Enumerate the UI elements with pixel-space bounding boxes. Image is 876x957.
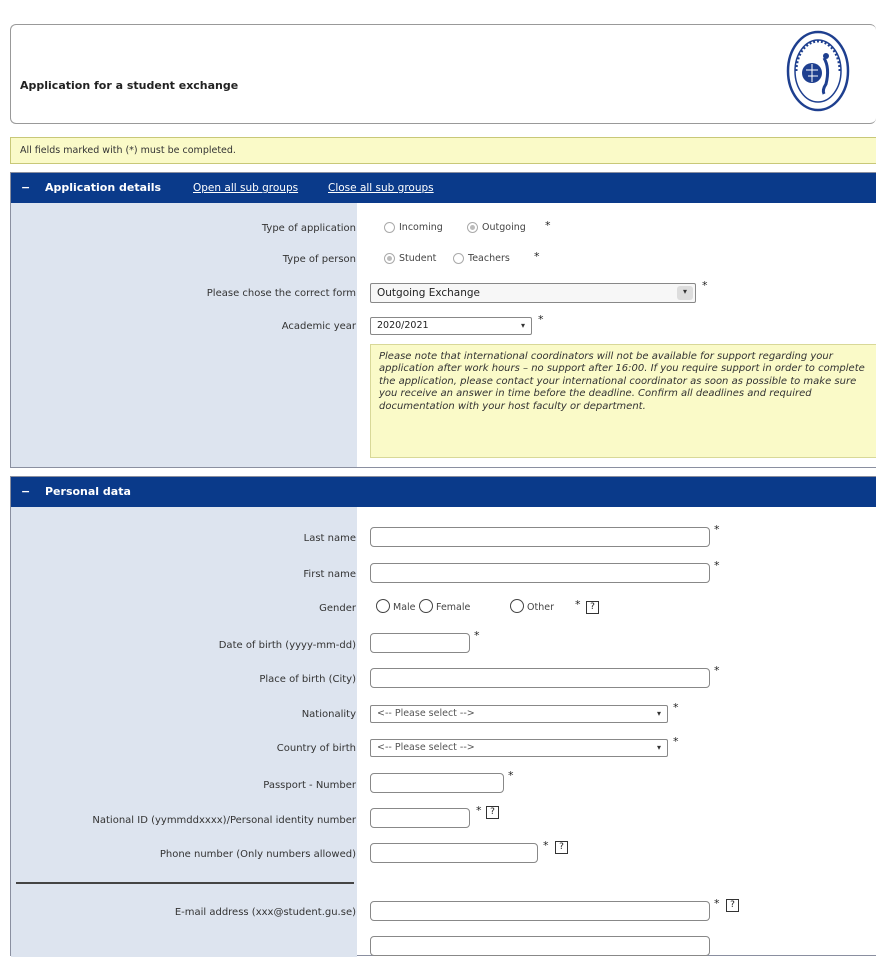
dropdown-arrow-icon: ▾: [656, 709, 661, 718]
academic-year-label: Academic year: [281, 321, 356, 332]
dropdown-arrow-icon: ▾: [656, 743, 661, 752]
national-id-input[interactable]: [370, 808, 470, 828]
required-mark: *: [543, 839, 549, 852]
first-name-input[interactable]: [370, 563, 710, 583]
passport-label: Passport - Number: [263, 780, 356, 791]
university-seal-logo: [786, 30, 850, 112]
type-of-application-label: Type of application: [261, 223, 356, 234]
other-label: Other: [527, 602, 554, 613]
required-mark: *: [673, 735, 679, 748]
required-mark: *: [474, 629, 480, 642]
nationality-placeholder: <-- Please select -->: [377, 708, 475, 719]
dropdown-arrow-icon: ▾: [520, 321, 525, 330]
required-mark: *: [673, 701, 679, 714]
email-label: E-mail address (xxx@student.gu.se): [174, 907, 356, 918]
date-of-birth-label: Date of birth (yyyy-mm-dd): [218, 640, 356, 651]
label-column: [11, 203, 357, 467]
teachers-radio[interactable]: [453, 253, 464, 264]
last-name-input[interactable]: [370, 527, 710, 547]
application-details-header[interactable]: − Application details Open all sub group…: [11, 173, 876, 203]
female-radio[interactable]: [419, 599, 433, 613]
required-fields-notice: All fields marked with (*) must be compl…: [10, 137, 876, 164]
gender-label: Gender: [319, 603, 356, 614]
required-mark: *: [545, 219, 551, 232]
date-of-birth-input[interactable]: [370, 633, 470, 653]
outgoing-label: Outgoing: [482, 222, 526, 233]
dropdown-arrow-icon: ▾: [677, 286, 693, 300]
passport-input[interactable]: [370, 773, 504, 793]
required-mark: *: [714, 559, 720, 572]
place-of-birth-label: Place of birth (City): [259, 674, 356, 685]
page-header: [10, 24, 876, 124]
female-label: Female: [436, 602, 471, 613]
collapse-icon[interactable]: −: [21, 173, 30, 203]
help-icon[interactable]: ?: [486, 806, 499, 819]
academic-year-select[interactable]: 2020/2021 ▾: [370, 317, 532, 335]
required-mark: *: [538, 313, 544, 326]
help-icon[interactable]: ?: [555, 841, 568, 854]
required-mark: *: [714, 897, 720, 910]
nationality-select[interactable]: <-- Please select --> ▾: [370, 705, 668, 723]
national-id-label: National ID (yymmddxxxx)/Personal identi…: [92, 815, 356, 826]
country-of-birth-label: Country of birth: [276, 743, 356, 754]
male-radio[interactable]: [376, 599, 390, 613]
divider: [16, 882, 354, 884]
required-mark: *: [714, 664, 720, 677]
outgoing-radio[interactable]: [467, 222, 478, 233]
first-name-label: First name: [303, 569, 356, 580]
email-input[interactable]: [370, 901, 710, 921]
section-title: Personal data: [45, 485, 131, 498]
collapse-icon[interactable]: −: [21, 477, 30, 507]
academic-year-value: 2020/2021: [377, 320, 429, 331]
required-mark: *: [714, 523, 720, 536]
section-title: Application details: [45, 181, 162, 194]
required-mark: *: [508, 769, 514, 782]
last-name-label: Last name: [303, 533, 356, 544]
form-select[interactable]: Outgoing Exchange ▾: [370, 283, 696, 303]
help-icon[interactable]: ?: [726, 899, 739, 912]
teachers-label: Teachers: [468, 253, 510, 264]
page-title: Application for a student exchange: [20, 79, 239, 92]
place-of-birth-input[interactable]: [370, 668, 710, 688]
form-select-value: Outgoing Exchange: [377, 287, 481, 299]
incoming-radio[interactable]: [384, 222, 395, 233]
required-mark: *: [534, 250, 540, 263]
help-icon[interactable]: ?: [586, 601, 599, 614]
form-label: Please chose the correct form: [206, 288, 356, 299]
required-mark: *: [702, 279, 708, 292]
support-info-box: Please note that international coordinat…: [370, 344, 876, 458]
next-field-input[interactable]: [370, 936, 710, 956]
phone-label: Phone number (Only numbers allowed): [159, 849, 356, 860]
other-radio[interactable]: [510, 599, 524, 613]
personal-data-header[interactable]: − Personal data: [11, 477, 876, 507]
required-mark: *: [476, 804, 482, 817]
type-of-person-label: Type of person: [282, 254, 356, 265]
phone-input[interactable]: [370, 843, 538, 863]
country-of-birth-select[interactable]: <-- Please select --> ▾: [370, 739, 668, 757]
close-all-sub-groups-link[interactable]: Close all sub groups: [328, 173, 434, 203]
nationality-label: Nationality: [301, 709, 356, 720]
open-all-sub-groups-link[interactable]: Open all sub groups: [193, 173, 298, 203]
incoming-label: Incoming: [399, 222, 443, 233]
student-radio[interactable]: [384, 253, 395, 264]
student-label: Student: [399, 253, 437, 264]
country-of-birth-placeholder: <-- Please select -->: [377, 742, 475, 753]
male-label: Male: [393, 602, 416, 613]
required-mark: *: [575, 598, 581, 611]
